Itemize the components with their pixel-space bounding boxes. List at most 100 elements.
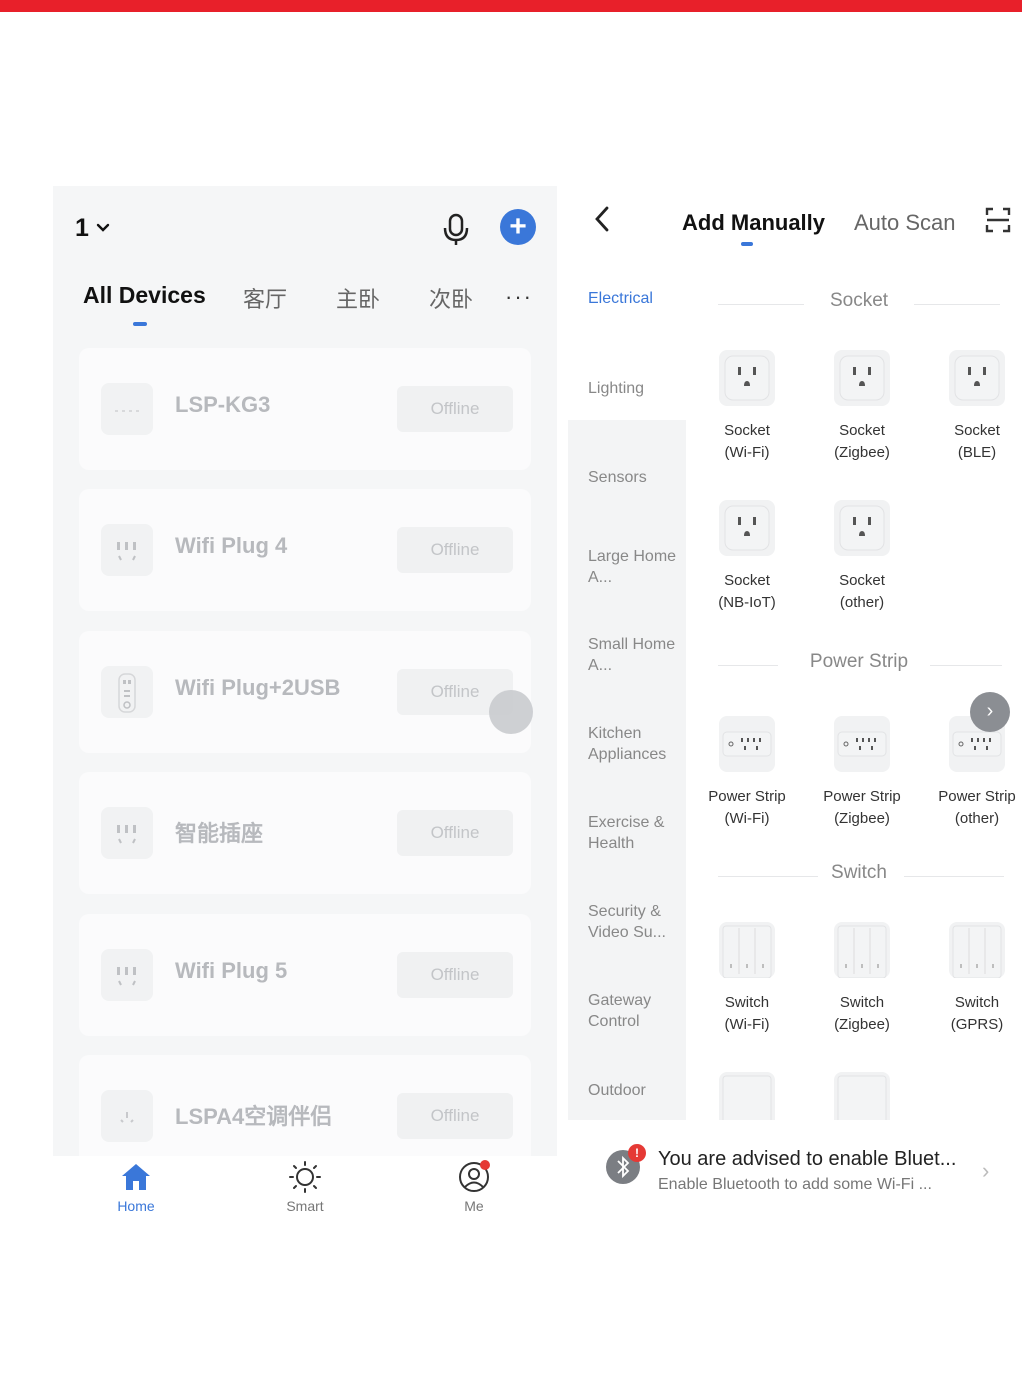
product-socket-other[interactable]: Socket (other) [807,500,917,614]
product-switch-gprs[interactable]: Switch (GPRS) [922,922,1022,1036]
section-header-socket: Socket [714,290,1004,320]
tab-living-room[interactable]: 客厅 [243,282,287,314]
product-name: Switch [954,994,1000,1011]
device-name: Wifi Plug+2USB [175,675,341,700]
device-name: LSPA4空调伴侣 [175,1104,333,1129]
product-protocol: (NB-IoT) [718,594,776,611]
product-socket-ble[interactable]: Socket (BLE) [922,350,1022,464]
nav-home[interactable]: Home [76,1156,196,1230]
home-selector[interactable]: 1 [75,214,89,243]
nav-smart-label: Smart [286,1198,324,1214]
category-security-video[interactable]: Security & Video Su... [588,901,680,943]
socket-icon [834,350,890,406]
product-switch-wifi[interactable]: Switch (Wi-Fi) [692,922,802,1036]
wall-switch-icon [719,922,775,978]
device-card[interactable]: 智能插座 Offline [79,772,531,894]
socket-icon [719,500,775,556]
product-protocol: (Wi-Fi) [724,1016,770,1033]
banner-subtitle: Enable Bluetooth to add some Wi-Fi ... [658,1176,932,1193]
status-badge: Offline [397,810,513,856]
product-socket-zigbee[interactable]: Socket (Zigbee) [807,350,917,464]
section-header-switch: Switch [714,862,1004,892]
device-card[interactable]: Wifi Plug+2USB Offline [79,631,531,753]
product-protocol: (GPRS) [950,1016,1004,1033]
product-power-strip-other[interactable]: Power Strip (other) [922,716,1022,830]
category-outdoor[interactable]: Outdoor [588,1080,680,1101]
plug-icon [101,383,153,435]
category-sensors[interactable]: Sensors [588,467,680,488]
tab-master-bedroom[interactable]: 主卧 [336,282,380,314]
product-protocol: (other) [954,810,1000,827]
add-device-button[interactable]: + [500,209,536,245]
section-title: Power Strip [809,651,909,672]
product-name: Socket [839,572,885,589]
category-kitchen-appliances[interactable]: Kitchen Appliances [588,723,680,765]
banner-title: You are advised to enable Bluet... [658,1148,957,1170]
chevron-down-icon[interactable] [95,220,111,236]
tab-all-devices[interactable]: All Devices [83,282,206,309]
product-name: Socket [839,422,885,439]
product-protocol: (other) [839,594,885,611]
alert-badge: ! [628,1144,646,1162]
microphone-icon[interactable] [441,212,471,246]
divider [930,665,1002,666]
status-badge: Offline [397,952,513,998]
room-tabs: All Devices 客厅 主卧 次卧 [83,282,543,322]
product-protocol: (BLE) [957,444,997,461]
socket-icon [101,949,153,1001]
tab-second-bedroom[interactable]: 次卧 [429,282,473,314]
product-switch-zigbee[interactable]: Switch (Zigbee) [807,922,917,1036]
power-strip-icon [719,716,775,772]
socket-icon [101,807,153,859]
device-name: LSP-KG3 [175,392,271,417]
wall-switch-icon [834,922,890,978]
section-title: Switch [831,862,887,883]
category-sidebar: Electrical Lighting Sensors Large Home A… [568,270,686,1120]
chevron-right-icon[interactable]: › [982,1158,989,1184]
usb-plug-icon [101,666,153,718]
product-protocol: (Wi-Fi) [724,810,770,827]
bluetooth-prompt-banner[interactable]: ! You are advised to enable Bluet... Ena… [568,1120,1022,1240]
product-name: Socket [724,422,770,439]
category-lighting[interactable]: Lighting [588,378,680,399]
nav-me-label: Me [464,1198,484,1214]
scan-qr-icon[interactable] [984,206,1012,234]
tab-add-manually[interactable]: Add Manually [682,210,825,236]
device-card[interactable]: Wifi Plug 5 Offline [79,914,531,1036]
profile-icon [459,1160,490,1192]
product-protocol: (Zigbee) [834,810,890,827]
divider [904,876,1004,877]
category-gateway-control[interactable]: Gateway Control [588,990,680,1032]
product-power-strip-wifi[interactable]: Power Strip (Wi-Fi) [692,716,802,830]
back-arrow-icon[interactable] [592,204,612,234]
section-header-power-strip: Power Strip [714,651,1004,681]
tab-indicator [741,242,753,246]
category-small-home-appliances[interactable]: Small Home A... [588,634,680,676]
category-electrical[interactable]: Electrical [588,288,680,309]
top-red-bar [0,0,1022,12]
product-name: Socket [724,572,770,589]
category-exercise-health[interactable]: Exercise & Health [588,812,680,854]
more-rooms-button[interactable]: ··· [505,284,533,310]
chevron-right-icon[interactable]: › [970,692,1010,732]
category-large-home-appliances[interactable]: Large Home A... [588,546,680,588]
product-protocol: (Zigbee) [834,1016,890,1033]
socket-icon [834,500,890,556]
product-socket-wifi[interactable]: Socket (Wi-Fi) [692,350,802,464]
product-name: Power Strip [823,788,901,805]
product-power-strip-zigbee[interactable]: Power Strip (Zigbee) [807,716,917,830]
device-card[interactable]: Wifi Plug 4 Offline [79,489,531,611]
device-card[interactable]: LSP-KG3 Offline [79,348,531,470]
socket-icon [101,524,153,576]
nav-smart[interactable]: Smart [245,1156,365,1230]
home-icon [122,1164,150,1190]
product-socket-nbiot[interactable]: Socket (NB-IoT) [692,500,802,614]
nav-me[interactable]: Me [414,1156,534,1230]
ac-companion-icon [101,1090,153,1142]
home-screen: 1 + All Devices 客厅 主卧 次卧 ··· LSP-KG3 Off… [53,186,557,1230]
sun-icon [289,1161,321,1193]
floating-assistive-dot[interactable] [489,690,533,734]
tab-auto-scan[interactable]: Auto Scan [854,210,956,236]
device-name: Wifi Plug 4 [175,533,288,558]
status-badge: Offline [397,386,513,432]
